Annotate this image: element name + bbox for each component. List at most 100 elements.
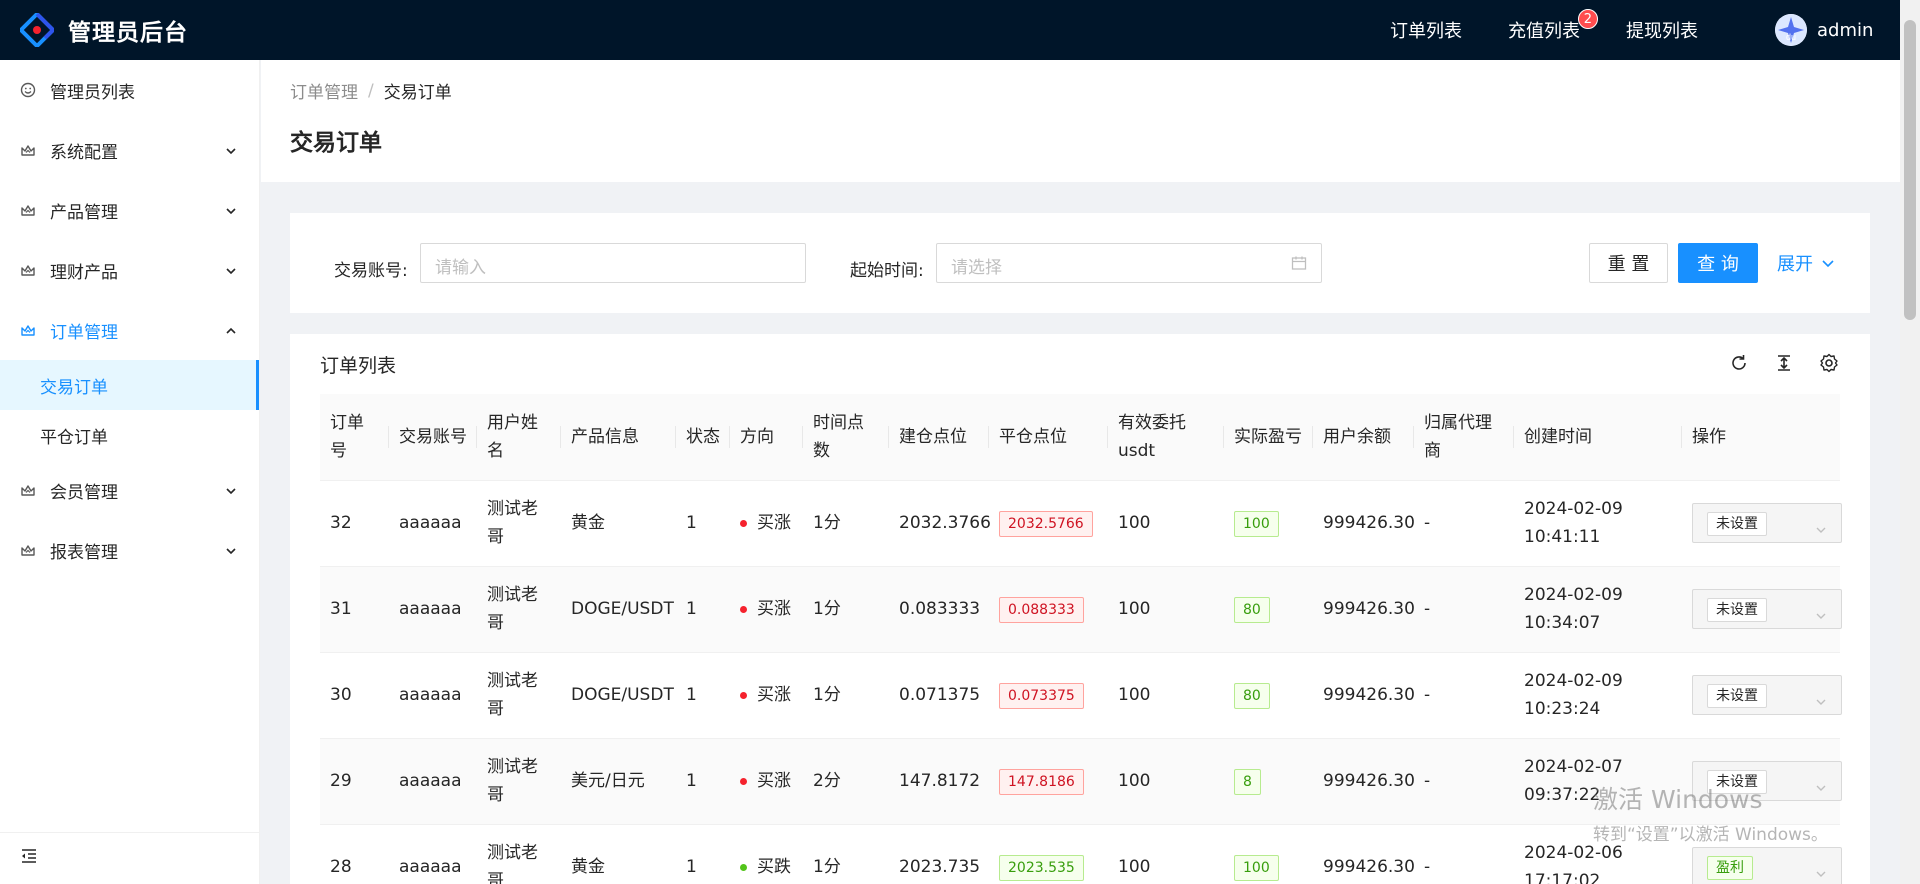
- outcome-select[interactable]: 盈利: [1692, 847, 1842, 884]
- order-table-card: 订单列表 订单号 交易账号 用户姓名 产品信息 状态 方向 时间点数 建仓点位 …: [290, 334, 1870, 884]
- reload-icon[interactable]: [1728, 352, 1750, 374]
- chevron-down-icon: [1815, 689, 1827, 717]
- cell-action: 未设置: [1682, 738, 1842, 825]
- cell-open-price: 0.083333: [889, 566, 989, 653]
- logo[interactable]: 管理员后台: [18, 11, 188, 49]
- cell-open-price: 147.8172: [889, 738, 989, 825]
- sidebar-item-order-management[interactable]: 订单管理: [0, 300, 259, 360]
- sidebar-item-products[interactable]: 产品管理: [0, 180, 259, 240]
- cell-order-id: 31: [320, 566, 389, 653]
- close-price-tag: 2032.5766: [999, 511, 1093, 537]
- sidebar-subitem-trade-orders[interactable]: 交易订单: [0, 360, 259, 410]
- cell-open-price: 2032.3766: [889, 480, 991, 567]
- column-header: 实际盈亏: [1224, 394, 1313, 481]
- column-header: 用户余额: [1313, 394, 1414, 481]
- sidebar-item-label: 订单管理: [50, 322, 118, 343]
- cell-agent: -: [1414, 480, 1514, 567]
- table-toolbar: [1705, 352, 1840, 374]
- close-price-tag: 0.073375: [999, 683, 1084, 709]
- cell-open-price: 2023.735: [889, 824, 989, 884]
- nav-withdraw-list[interactable]: 提现列表: [1626, 17, 1698, 43]
- nav-recharge-list[interactable]: 充值列表 2: [1508, 9, 1598, 43]
- start-time-picker[interactable]: 请选择: [936, 243, 1322, 283]
- sidebar-item-system-config[interactable]: 系统配置: [0, 120, 259, 180]
- menu-fold-icon: [20, 847, 38, 870]
- column-header: 操作: [1682, 394, 1840, 481]
- expand-toggle[interactable]: 展开: [1777, 243, 1835, 283]
- table-row: 30 aaaaaa 测试老哥 DOGE/USDT 1 买涨 1分 0.071375 0.0733…: [320, 652, 1842, 739]
- cell-direction: 买涨: [730, 480, 803, 567]
- outcome-select[interactable]: 未设置: [1692, 503, 1842, 543]
- direction-text: 买跌: [757, 857, 791, 877]
- table-title: 订单列表: [320, 355, 397, 377]
- cell-action: 未设置: [1682, 652, 1842, 739]
- scrollbar-thumb[interactable]: [1904, 20, 1916, 320]
- sidebar-item-label: 管理员列表: [50, 82, 135, 103]
- cell-product: 黄金: [561, 824, 676, 884]
- direction-dot: [740, 606, 747, 613]
- nav-recharge-label: 充值列表: [1508, 21, 1580, 42]
- account-input[interactable]: 请输入: [420, 243, 806, 283]
- sidebar-item-admins[interactable]: 管理员列表: [0, 60, 259, 120]
- sidebar-item-reports[interactable]: 报表管理: [0, 520, 259, 580]
- table-header-row: 订单号 交易账号 用户姓名 产品信息 状态 方向 时间点数 建仓点位 平仓点位 …: [320, 394, 1840, 481]
- page-scrollbar[interactable]: [1900, 0, 1920, 884]
- cell-action: 未设置: [1682, 566, 1842, 653]
- column-header: 方向: [730, 394, 803, 481]
- crown-icon: [20, 142, 36, 158]
- breadcrumb-separator: /: [368, 80, 374, 101]
- chevron-down-icon: [1815, 861, 1827, 884]
- cell-open-price: 0.071375: [889, 652, 989, 739]
- breadcrumb-parent[interactable]: 订单管理: [290, 78, 358, 103]
- outcome-select[interactable]: 未设置: [1692, 761, 1842, 801]
- nav-order-list[interactable]: 订单列表: [1390, 17, 1462, 43]
- cell-account: aaaaaa: [389, 566, 477, 653]
- setting-icon[interactable]: [1818, 352, 1840, 374]
- cell-product: 美元/日元: [561, 738, 676, 825]
- query-button[interactable]: 查 询: [1678, 243, 1758, 283]
- reset-button[interactable]: 重 置: [1589, 243, 1668, 283]
- sidebar-item-label: 报表管理: [50, 542, 118, 563]
- crown-icon: [20, 322, 36, 338]
- pnl-tag: 100: [1234, 855, 1279, 881]
- collapse-sidebar-button[interactable]: [0, 832, 260, 884]
- cell-amount: 100: [1108, 566, 1224, 653]
- outcome-select[interactable]: 未设置: [1692, 589, 1842, 629]
- column-header: 有效委托usdt: [1108, 394, 1224, 481]
- start-time-placeholder: 请选择: [951, 258, 1002, 278]
- outcome-value: 未设置: [1707, 512, 1767, 536]
- breadcrumb: 订单管理 / 交易订单: [290, 78, 1872, 104]
- column-header: 归属代理商: [1414, 394, 1514, 481]
- column-height-icon[interactable]: [1773, 352, 1795, 374]
- outcome-select[interactable]: 未设置: [1692, 675, 1842, 715]
- close-price-tag: 147.8186: [999, 769, 1084, 795]
- column-header: 订单号: [320, 394, 389, 481]
- chevron-down-icon: [225, 142, 237, 162]
- cell-balance: 999426.30: [1313, 738, 1415, 825]
- column-header: 创建时间: [1514, 394, 1682, 481]
- cell-duration: 1分: [803, 566, 889, 653]
- recharge-count-badge: 2: [1577, 9, 1598, 29]
- sidebar-item-members[interactable]: 会员管理: [0, 460, 259, 520]
- calendar-icon: [1291, 255, 1307, 276]
- cell-user-name: 测试老哥: [477, 824, 561, 884]
- cell-pnl: 80: [1224, 652, 1313, 739]
- column-header: 交易账号: [389, 394, 477, 481]
- cell-balance: 999426.30: [1313, 824, 1415, 884]
- cell-duration: 1分: [803, 652, 889, 739]
- sidebar: 管理员列表 系统配置 产品管理 理财产品 订单管理 交易订单 平仓订单 会员管理…: [0, 60, 260, 884]
- crown-icon: [20, 542, 36, 558]
- cell-direction: 买涨: [730, 652, 803, 739]
- cell-user-name: 测试老哥: [477, 566, 561, 653]
- account-placeholder: 请输入: [435, 258, 486, 278]
- chevron-down-icon: [1815, 775, 1827, 803]
- sidebar-item-wealth-products[interactable]: 理财产品: [0, 240, 259, 300]
- cell-account: aaaaaa: [389, 738, 477, 825]
- cell-pnl: 100: [1224, 480, 1313, 567]
- user-menu[interactable]: du admin: [1775, 0, 1873, 60]
- cell-order-id: 29: [320, 738, 389, 825]
- sidebar-subitem-closed-orders[interactable]: 平仓订单: [0, 410, 259, 460]
- cell-agent: -: [1414, 652, 1514, 739]
- cell-account: aaaaaa: [389, 824, 477, 884]
- sidebar-item-label: 系统配置: [50, 142, 118, 163]
